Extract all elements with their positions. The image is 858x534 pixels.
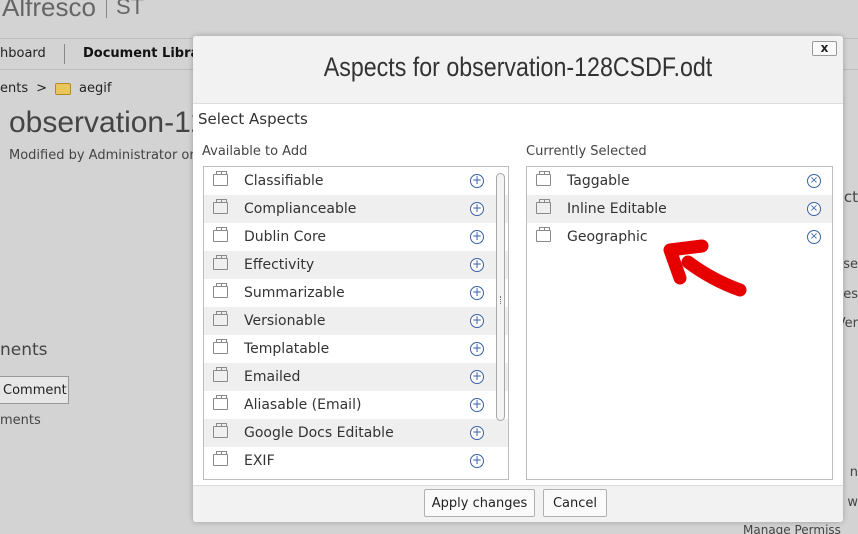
- add-aspect-icon[interactable]: +: [470, 202, 484, 216]
- remove-aspect-icon[interactable]: ×: [807, 174, 821, 188]
- comments-subtext: ments: [0, 413, 41, 428]
- available-list-scrollbar[interactable]: [496, 169, 506, 477]
- aspect-label: Summarizable: [244, 285, 345, 301]
- aspect-icon: [213, 451, 228, 466]
- cancel-button[interactable]: Cancel: [543, 489, 607, 517]
- select-aspects-heading: Select Aspects: [198, 110, 308, 128]
- action-fragment[interactable]: se: [843, 257, 858, 272]
- remove-aspect-icon[interactable]: ×: [807, 230, 821, 244]
- aspect-icon: [213, 255, 228, 270]
- aspect-label: Templatable: [244, 341, 330, 357]
- aspect-item-google-docs-editable[interactable]: Google Docs Editable +: [204, 419, 508, 447]
- add-aspect-icon[interactable]: +: [470, 426, 484, 440]
- aspect-icon: [213, 171, 228, 186]
- aspect-label: Classifiable: [244, 173, 324, 189]
- modified-info: Modified by Administrator on: [9, 148, 198, 163]
- available-aspects-list[interactable]: Classifiable + Complianceable + Dublin Core +…: [203, 166, 509, 480]
- aspect-label: Dublin Core: [244, 229, 327, 245]
- breadcrumb-folder[interactable]: aegif: [79, 81, 111, 96]
- aspect-icon: [213, 367, 228, 382]
- aspect-item-exif[interactable]: EXIF +: [204, 447, 508, 475]
- aspect-label: Versionable: [244, 313, 326, 329]
- available-heading: Available to Add: [202, 144, 308, 159]
- add-aspect-icon[interactable]: +: [470, 370, 484, 384]
- aspect-item-emailed[interactable]: Emailed +: [204, 363, 508, 391]
- aspect-label: Complianceable: [244, 201, 357, 217]
- aspect-item-summarizable[interactable]: Summarizable +: [204, 279, 508, 307]
- comments-heading: nents: [0, 340, 48, 360]
- aspect-item-versionable[interactable]: Versionable +: [204, 307, 508, 335]
- aspect-label: Taggable: [567, 173, 630, 189]
- aspects-dialog: Aspects for observation-128CSDF.odt x Se…: [193, 36, 843, 522]
- aspect-label: Geographic: [567, 229, 648, 245]
- aspect-item-inline-editable[interactable]: Inline Editable ×: [527, 195, 832, 223]
- dialog-header: Aspects for observation-128CSDF.odt x: [193, 36, 843, 104]
- alfresco-logo: Alfresco: [2, 0, 96, 22]
- aspect-icon: [213, 395, 228, 410]
- selected-heading: Currently Selected: [526, 144, 647, 159]
- action-fragment[interactable]: n: [850, 465, 858, 480]
- aspect-item-complianceable[interactable]: Complianceable +: [204, 195, 508, 223]
- aspect-label: Google Docs Editable: [244, 425, 394, 441]
- action-fragment[interactable]: w: [847, 495, 858, 510]
- logo-divider: [106, 0, 107, 18]
- aspect-icon: [213, 227, 228, 242]
- add-aspect-icon[interactable]: +: [470, 230, 484, 244]
- aspect-label: Emailed: [244, 369, 301, 385]
- aspect-item-taggable[interactable]: Taggable ×: [527, 167, 832, 195]
- selected-aspects-list[interactable]: Taggable × Inline Editable × Geographic ×: [526, 166, 833, 480]
- aspect-item-effectivity[interactable]: Effectivity +: [204, 251, 508, 279]
- aspect-icon: [536, 227, 551, 242]
- add-aspect-icon[interactable]: +: [470, 314, 484, 328]
- breadcrumb-parent[interactable]: ents: [0, 81, 28, 96]
- add-aspect-icon[interactable]: +: [470, 174, 484, 188]
- aspect-label: Aliasable (Email): [244, 397, 362, 413]
- dialog-title: Aspects for observation-128CSDF.odt: [323, 52, 713, 82]
- scrollbar-thumb[interactable]: [496, 173, 505, 421]
- apply-changes-button[interactable]: Apply changes: [424, 489, 535, 517]
- aspect-item-geographic[interactable]: Geographic ×: [527, 223, 832, 251]
- site-short-name: ST: [116, 0, 145, 19]
- aspect-label: EXIF: [244, 453, 275, 469]
- aspect-item-aliasable-email[interactable]: Aliasable (Email) +: [204, 391, 508, 419]
- aspect-icon: [213, 199, 228, 214]
- add-aspect-icon[interactable]: +: [470, 454, 484, 468]
- actions-heading-fragment: ct: [843, 188, 858, 206]
- aspect-icon: [213, 311, 228, 326]
- nav-divider: [64, 44, 65, 64]
- manage-permissions-link[interactable]: Manage Permiss: [743, 523, 841, 534]
- scrollbar-grip: [500, 296, 502, 304]
- breadcrumb: ents > aegif: [0, 81, 111, 96]
- add-aspect-icon[interactable]: +: [470, 342, 484, 356]
- aspect-icon: [536, 199, 551, 214]
- aspect-icon: [213, 423, 228, 438]
- aspect-icon: [213, 339, 228, 354]
- aspect-icon: [213, 283, 228, 298]
- nav-dashboard-link[interactable]: hboard: [0, 46, 46, 61]
- add-comment-button[interactable]: Comment: [0, 376, 69, 404]
- breadcrumb-separator: >: [36, 81, 48, 96]
- aspect-icon: [536, 171, 551, 186]
- add-aspect-icon[interactable]: +: [470, 286, 484, 300]
- aspect-label: Effectivity: [244, 257, 315, 273]
- folder-icon: [55, 82, 72, 95]
- aspect-item-dublin-core[interactable]: Dublin Core +: [204, 223, 508, 251]
- close-button[interactable]: x: [812, 41, 837, 56]
- aspect-item-classifiable[interactable]: Classifiable +: [204, 167, 508, 195]
- aspect-item-templatable[interactable]: Templatable +: [204, 335, 508, 363]
- remove-aspect-icon[interactable]: ×: [807, 202, 821, 216]
- action-fragment[interactable]: es: [843, 287, 858, 302]
- add-aspect-icon[interactable]: +: [470, 258, 484, 272]
- aspect-label: Inline Editable: [567, 201, 667, 217]
- add-aspect-icon[interactable]: +: [470, 398, 484, 412]
